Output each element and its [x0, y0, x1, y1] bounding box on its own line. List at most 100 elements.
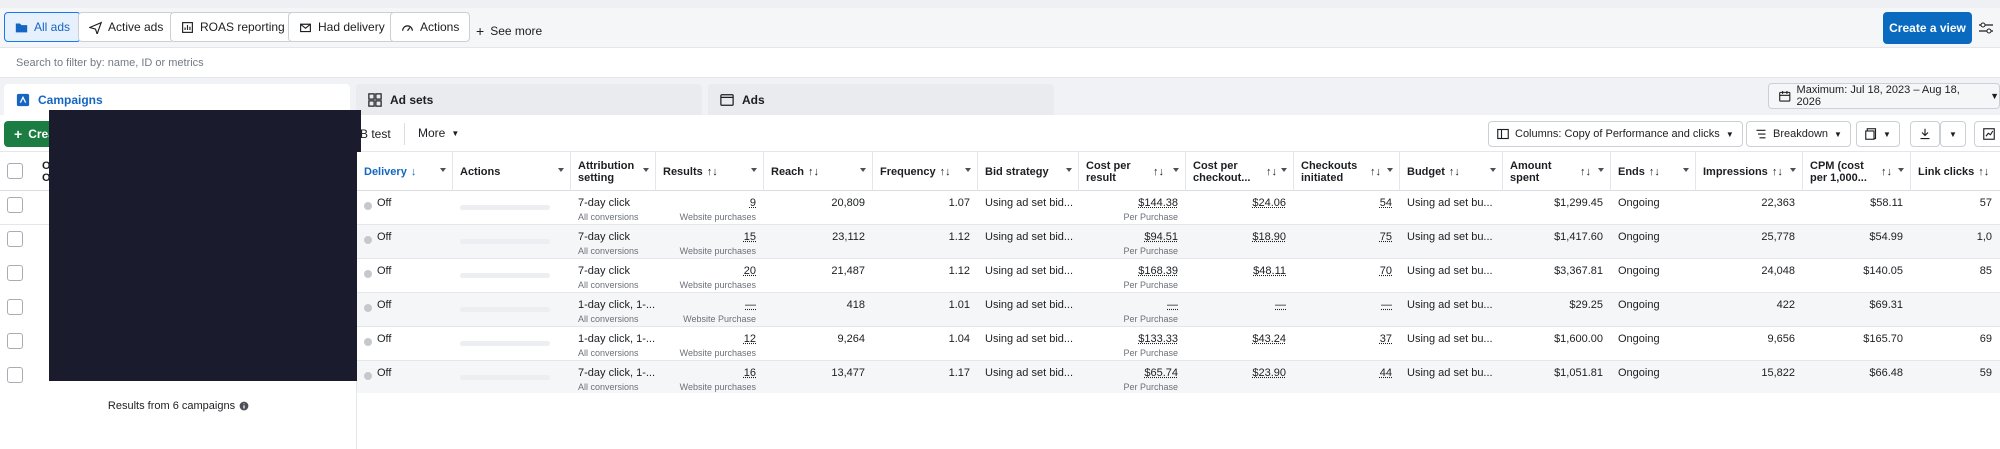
create-view-button[interactable]: Create a view — [1883, 12, 1972, 44]
table-row[interactable]: Off 1-day click, 1-... All conversions 12 We… — [357, 327, 2000, 361]
column-header-reach[interactable]: Reach ↑↓ — [764, 152, 873, 191]
sort-icon[interactable]: ↑↓ — [1881, 166, 1892, 178]
column-header-delivery[interactable]: Delivery ↓ — [357, 152, 453, 191]
column-header-checkouts-initiated[interactable]: Checkouts initiated ↑↓ — [1294, 152, 1400, 191]
sort-icon[interactable]: ↑↓ — [940, 166, 951, 178]
reports-button[interactable]: ▼ — [1856, 121, 1900, 147]
column-header-actions[interactable]: Actions — [453, 152, 571, 191]
sort-icon[interactable]: ↑↓ — [1266, 166, 1277, 178]
checkouts-value[interactable]: 37 — [1380, 333, 1392, 345]
columns-button[interactable]: Columns: Copy of Performance and clicks … — [1488, 121, 1743, 147]
row-checkbox[interactable] — [7, 367, 23, 383]
tab-ad-sets[interactable]: Ad sets — [356, 84, 702, 115]
info-icon[interactable] — [239, 401, 249, 411]
row-checkbox[interactable] — [7, 265, 23, 281]
cpc-value[interactable]: $23.90 — [1252, 367, 1286, 379]
results-value[interactable]: 9 — [750, 197, 756, 209]
column-header-results[interactable]: Results ↑↓ — [656, 152, 764, 191]
column-header-link-clicks[interactable]: Link clicks ↑↓ — [1911, 152, 2000, 191]
results-value[interactable]: 15 — [744, 231, 756, 243]
chevron-down-icon[interactable] — [1066, 168, 1072, 172]
cpr-value[interactable]: — — [1167, 299, 1178, 311]
checkouts-value[interactable]: 44 — [1380, 367, 1392, 379]
checkouts-value[interactable]: 75 — [1380, 231, 1392, 243]
cpr-value[interactable]: $94.51 — [1144, 231, 1178, 243]
chevron-down-icon[interactable] — [1790, 168, 1796, 172]
chevron-down-icon[interactable] — [1490, 168, 1496, 172]
sort-icon[interactable]: ↑↓ — [1370, 166, 1381, 178]
checkouts-value[interactable]: 54 — [1380, 197, 1392, 209]
chevron-down-icon[interactable] — [860, 168, 866, 172]
column-header-frequency[interactable]: Frequency ↑↓ — [873, 152, 978, 191]
date-range-picker[interactable]: Maximum: Jul 18, 2023 – Aug 18, 2026 ▼ — [1768, 83, 2000, 109]
sort-icon[interactable]: ↑↓ — [1772, 166, 1783, 178]
cpr-value[interactable]: $133.33 — [1138, 333, 1178, 345]
export-button[interactable] — [1910, 121, 1940, 147]
table-row[interactable]: Off 7-day click All conversions 15 Website p… — [357, 225, 2000, 259]
filter-chip-active-ads[interactable]: Active ads — [78, 12, 175, 42]
sort-icon[interactable]: ↑↓ — [1649, 166, 1660, 178]
cpc-value[interactable]: — — [1275, 299, 1286, 311]
row-checkbox[interactable] — [7, 333, 23, 349]
filter-chip-all-ads[interactable]: All ads — [4, 12, 82, 42]
table-row[interactable]: Off 7-day click All conversions 20 Website p… — [357, 259, 2000, 293]
results-value[interactable]: 16 — [744, 367, 756, 379]
row-checkbox[interactable] — [7, 299, 23, 315]
sort-icon[interactable]: ↑↓ — [707, 166, 718, 178]
sort-icon[interactable]: ↓ — [411, 166, 417, 178]
charts-button[interactable] — [1974, 121, 2000, 147]
filter-chip-actions[interactable]: Actions — [390, 12, 471, 42]
chevron-down-icon[interactable] — [440, 168, 446, 172]
filter-chip-roas-reporting[interactable]: ROAS reporting — [170, 12, 296, 42]
results-value[interactable]: 12 — [744, 333, 756, 345]
chevron-down-icon[interactable] — [558, 168, 564, 172]
column-header-budget[interactable]: Budget ↑↓ — [1400, 152, 1503, 191]
sort-icon[interactable]: ↑↓ — [808, 166, 819, 178]
see-more-button[interactable]: + See more — [476, 16, 542, 46]
cpc-value[interactable]: $24.06 — [1252, 197, 1286, 209]
chevron-down-icon[interactable] — [1598, 168, 1604, 172]
sort-icon[interactable]: ↑↓ — [1449, 166, 1460, 178]
breakdown-button[interactable]: Breakdown ▼ — [1746, 121, 1851, 147]
ab-test-button[interactable]: B test — [360, 127, 391, 141]
chevron-down-icon[interactable] — [1173, 168, 1179, 172]
column-header-cost-per-result[interactable]: Cost per result ↑↓ — [1079, 152, 1186, 191]
column-header-cpm[interactable]: CPM (cost per 1,000... ↑↓ — [1803, 152, 1911, 191]
export-menu-button[interactable]: ▼ — [1940, 121, 1966, 147]
chevron-down-icon[interactable] — [1898, 168, 1904, 172]
table-row[interactable]: Off 7-day click All conversions 9 Website pu… — [357, 191, 2000, 225]
chevron-down-icon[interactable] — [1281, 168, 1287, 172]
chevron-down-icon[interactable] — [1683, 168, 1689, 172]
chevron-down-icon[interactable] — [965, 168, 971, 172]
search-bar[interactable]: Search to filter by: name, ID or metrics — [0, 48, 2000, 78]
search-input[interactable]: Search to filter by: name, ID or metrics — [16, 57, 204, 69]
cpr-value[interactable]: $168.39 — [1138, 265, 1178, 277]
column-header-impressions[interactable]: Impressions ↑↓ — [1696, 152, 1803, 191]
cpc-value[interactable]: $48.11 — [1253, 265, 1286, 277]
cpc-value[interactable]: $43.24 — [1252, 333, 1286, 345]
cpc-value[interactable]: $18.90 — [1252, 231, 1286, 243]
select-all-checkbox[interactable] — [7, 163, 23, 179]
column-header-attribution[interactable]: Attribution setting — [571, 152, 656, 191]
more-button[interactable]: More ▼ — [418, 126, 459, 140]
tab-ads[interactable]: Ads — [708, 84, 1054, 115]
results-value[interactable]: — — [745, 299, 756, 311]
cpr-value[interactable]: $65.74 — [1144, 367, 1178, 379]
table-row[interactable]: Off 1-day click, 1-... All conversions — Web… — [357, 293, 2000, 327]
row-checkbox[interactable] — [7, 231, 23, 247]
checkouts-value[interactable]: — — [1381, 299, 1392, 311]
column-header-bid-strategy[interactable]: Bid strategy — [978, 152, 1079, 191]
cpr-value[interactable]: $144.38 — [1138, 197, 1178, 209]
chevron-down-icon[interactable] — [1387, 168, 1393, 172]
results-value[interactable]: 20 — [744, 265, 756, 277]
settings-sliders-icon[interactable] — [1978, 22, 1994, 34]
sort-icon[interactable]: ↑↓ — [1153, 166, 1164, 178]
chevron-down-icon[interactable] — [751, 168, 757, 172]
table-row[interactable]: Off 7-day click, 1-... All conversions 16 We… — [357, 361, 2000, 395]
sort-icon[interactable]: ↑↓ — [1580, 166, 1591, 178]
filter-chip-had-delivery[interactable]: Had delivery — [288, 12, 396, 42]
column-header-amount-spent[interactable]: Amount spent ↑↓ — [1503, 152, 1611, 191]
column-header-cost-per-checkout[interactable]: Cost per checkout... ↑↓ — [1186, 152, 1294, 191]
chevron-down-icon[interactable] — [643, 168, 649, 172]
column-header-ends[interactable]: Ends ↑↓ — [1611, 152, 1696, 191]
